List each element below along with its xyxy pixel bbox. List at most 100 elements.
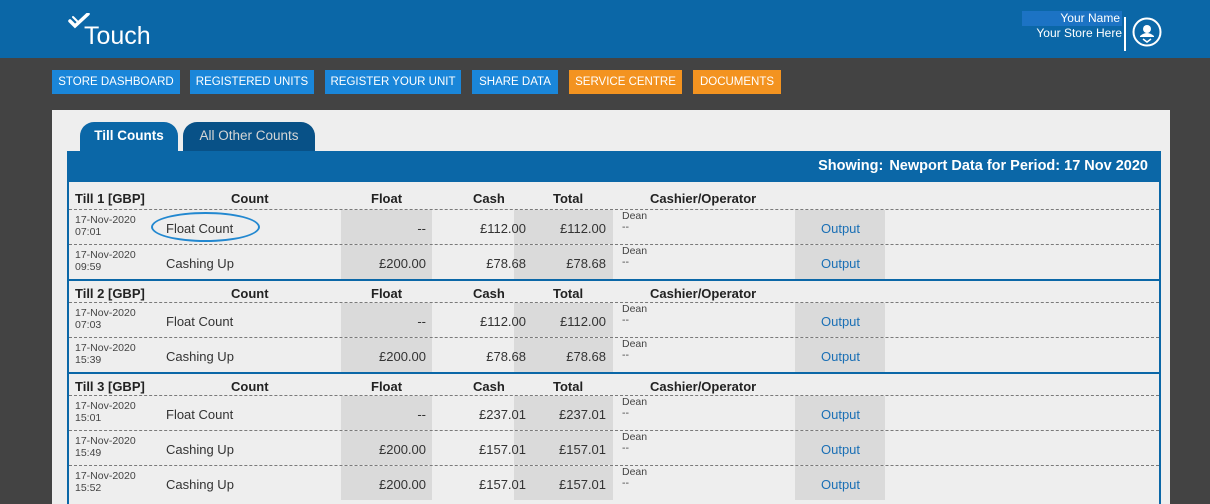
col-float: Float (371, 286, 403, 301)
registered-units-button[interactable]: REGISTERED UNITS (190, 70, 314, 94)
operator-sub: -- (622, 477, 629, 489)
row-datetime: 17-Nov-2020 09:59 (75, 249, 136, 273)
row-cash: £78.68 (486, 349, 526, 364)
highlight-circle (151, 212, 260, 242)
row-count: Cashing Up (166, 256, 234, 271)
till-header: Till 2 [GBP] Count Float Cash Total Cashier/O… (69, 279, 1159, 302)
row-count: Float Count (166, 314, 234, 329)
operator-sub: -- (622, 314, 629, 326)
row-cash: £112.00 (479, 221, 526, 236)
row-total: £237.01 (559, 407, 606, 422)
till-name: Till 3 [GBP] (75, 379, 145, 394)
store-dashboard-button[interactable]: STORE DASHBOARD (52, 70, 180, 94)
output-link[interactable]: Output (821, 221, 860, 236)
table-row: 17-Nov-2020 09:59 Cashing Up £200.00 £78.68 £… (69, 244, 1159, 279)
col-total: Total (553, 286, 584, 301)
row-datetime: 17-Nov-2020 15:49 (75, 435, 136, 459)
row-datetime: 17-Nov-2020 15:52 (75, 470, 136, 494)
row-datetime: 17-Nov-2020 15:01 (75, 400, 136, 424)
row-total: £78.68 (566, 256, 606, 271)
till-name: Till 2 [GBP] (75, 286, 145, 301)
row-total: £112.00 (559, 221, 606, 236)
row-float: £200.00 (379, 256, 426, 271)
row-count: Cashing Up (166, 349, 234, 364)
row-datetime: 17-Nov-2020 07:01 (75, 214, 136, 238)
documents-button[interactable]: DOCUMENTS (693, 70, 781, 94)
col-operator: Cashier/Operator (650, 286, 757, 301)
row-operator: Dean -- (622, 432, 647, 454)
table-row: 17-Nov-2020 15:52 Cashing Up £200.00 £157.01… (69, 465, 1159, 500)
tab-all-other-counts[interactable]: All Other Counts (183, 122, 315, 152)
output-link[interactable]: Output (821, 256, 860, 271)
col-float: Float (371, 379, 403, 394)
till-header: Till 3 [GBP] Count Float Cash Total Cashier/O… (69, 372, 1159, 395)
row-float: £200.00 (379, 477, 426, 492)
row-float: £200.00 (379, 349, 426, 364)
col-count: Count (231, 191, 269, 206)
operator-sub: -- (622, 349, 629, 361)
col-total: Total (553, 379, 584, 394)
row-time: 09:59 (75, 261, 102, 273)
row-float: -- (417, 407, 426, 422)
register-your-unit-button[interactable]: REGISTER YOUR UNIT (325, 70, 461, 94)
row-total: £157.01 (559, 442, 606, 457)
service-centre-button[interactable]: SERVICE CENTRE (569, 70, 682, 94)
row-count: Float Count (166, 407, 234, 422)
output-link[interactable]: Output (821, 349, 860, 364)
row-cash: £157.01 (479, 442, 526, 457)
showing-bar: Showing: Newport Data for Period: 17 Nov … (67, 151, 1161, 182)
logo[interactable]: Touch (66, 13, 176, 54)
col-operator: Cashier/Operator (650, 191, 757, 206)
user-name: Your Name (1022, 11, 1122, 26)
col-operator: Cashier/Operator (650, 379, 757, 394)
showing-text: Newport Data for Period: 17 Nov 2020 (889, 158, 1148, 174)
tab-till-counts[interactable]: Till Counts (80, 122, 178, 152)
row-operator: Dean -- (622, 211, 647, 233)
row-cash: £237.01 (479, 407, 526, 422)
operator-sub: -- (622, 256, 629, 268)
row-operator: Dean -- (622, 304, 647, 326)
row-time: 15:39 (75, 354, 102, 366)
showing-label: Showing: (818, 158, 884, 174)
row-time: 07:03 (75, 319, 102, 331)
col-float: Float (371, 191, 403, 206)
table-row: 17-Nov-2020 15:49 Cashing Up £200.00 £157.01… (69, 430, 1159, 465)
top-bar: Touch Your Name Your Store Here (0, 0, 1210, 58)
col-count: Count (231, 286, 269, 301)
row-time: 15:52 (75, 482, 102, 494)
store-name: Your Store Here (1036, 26, 1122, 40)
row-operator: Dean -- (622, 339, 647, 361)
row-date: 17-Nov-2020 (75, 470, 136, 482)
row-date: 17-Nov-2020 (75, 342, 136, 354)
output-link[interactable]: Output (821, 442, 860, 457)
output-link[interactable]: Output (821, 314, 860, 329)
row-cash: £78.68 (486, 256, 526, 271)
row-operator: Dean -- (622, 246, 647, 268)
row-time: 07:01 (75, 226, 102, 238)
row-total: £78.68 (566, 349, 606, 364)
share-data-button[interactable]: SHARE DATA (472, 70, 558, 94)
operator-sub: -- (622, 221, 629, 233)
row-cash: £112.00 (479, 314, 526, 329)
user-info[interactable]: Your Name Your Store Here (1022, 11, 1122, 41)
user-avatar-icon[interactable] (1132, 17, 1162, 47)
operator-sub: -- (622, 407, 629, 419)
row-date: 17-Nov-2020 (75, 400, 136, 412)
row-date: 17-Nov-2020 (75, 249, 136, 261)
row-operator: Dean -- (622, 397, 647, 419)
logo-text: Touch (84, 22, 151, 50)
till-header: Till 1 [GBP] Count Float Cash Total Cashier/O… (69, 186, 1159, 209)
row-date: 17-Nov-2020 (75, 307, 136, 319)
row-time: 15:01 (75, 412, 102, 424)
operator-sub: -- (622, 442, 629, 454)
row-cash: £157.01 (479, 477, 526, 492)
row-time: 15:49 (75, 447, 102, 459)
row-total: £157.01 (559, 477, 606, 492)
row-datetime: 17-Nov-2020 07:03 (75, 307, 136, 331)
row-date: 17-Nov-2020 (75, 435, 136, 447)
row-float: -- (417, 314, 426, 329)
output-link[interactable]: Output (821, 477, 860, 492)
col-count: Count (231, 379, 269, 394)
output-link[interactable]: Output (821, 407, 860, 422)
row-float: -- (417, 221, 426, 236)
